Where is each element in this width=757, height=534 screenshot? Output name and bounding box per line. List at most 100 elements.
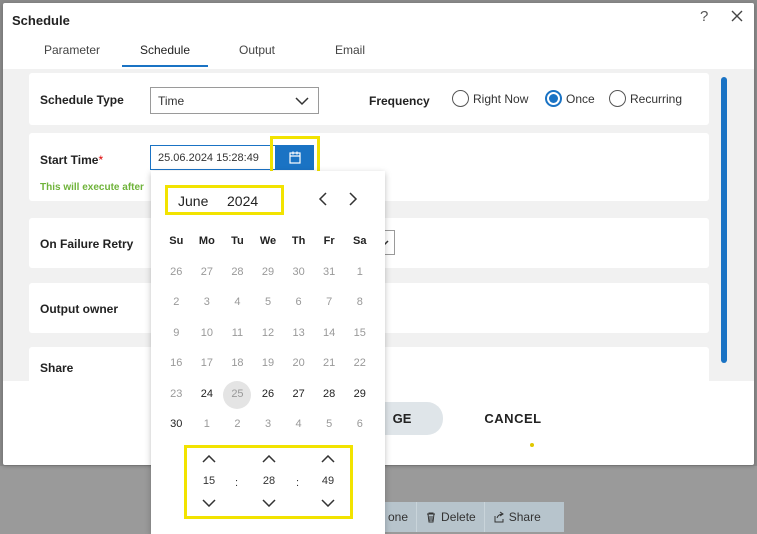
calendar-day-number: 15 [353, 326, 366, 339]
radio-label: Once [566, 91, 595, 106]
calendar-day[interactable]: 20 [283, 357, 314, 369]
toolbar-delete-button[interactable]: Delete [417, 502, 485, 532]
calendar-day[interactable]: 5 [314, 418, 345, 430]
toolbar-strip: one Delete Share [380, 502, 564, 532]
calendar-day[interactable]: 8 [344, 296, 375, 308]
calendar-day-number: 22 [353, 357, 366, 370]
calendar-day-number: 20 [292, 357, 305, 370]
calendar-day-number: 6 [356, 418, 363, 431]
radio-circle[interactable] [452, 90, 469, 107]
calendar-day[interactable]: 9 [161, 327, 192, 339]
calendar-day[interactable]: 29 [344, 388, 375, 400]
calendar-day[interactable]: 5 [253, 296, 284, 308]
calendar-day[interactable]: 7 [314, 296, 345, 308]
on-failure-retry-label: On Failure Retry [40, 237, 134, 251]
calendar-day[interactable]: 22 [344, 357, 375, 369]
toolbar-item-label: one [388, 510, 409, 524]
calendar-day-number: 24 [200, 387, 213, 400]
month-year-selector[interactable]: June 2024 [165, 185, 284, 215]
radio-circle[interactable] [545, 90, 562, 107]
calendar-day[interactable]: 3 [192, 296, 223, 308]
execute-note: This will execute after [40, 182, 144, 193]
calendar-day[interactable]: 26 [161, 266, 192, 278]
calendar-day-number: 10 [200, 326, 213, 339]
calendar-day[interactable]: 2 [222, 418, 253, 430]
scrollbar[interactable] [721, 77, 727, 363]
calendar-day-number: 29 [353, 387, 366, 400]
time-separator: : [235, 477, 239, 489]
calendar-day[interactable]: 30 [161, 418, 192, 430]
schedule-type-select[interactable]: Time [150, 87, 319, 114]
calendar-day[interactable]: 16 [161, 357, 192, 369]
calendar-day-number: 27 [200, 265, 213, 278]
radio-once[interactable]: Once [545, 90, 595, 107]
calendar-day[interactable]: 26 [253, 388, 284, 400]
calendar-day[interactable]: 24 [192, 388, 223, 400]
calendar-day[interactable]: 14 [314, 327, 345, 339]
radio-recurring[interactable]: Recurring [609, 90, 682, 107]
trash-icon [427, 512, 436, 523]
calendar-day[interactable]: 13 [283, 327, 314, 339]
calendar-day[interactable]: 10 [192, 327, 223, 339]
calendar-day[interactable]: 29 [253, 266, 284, 278]
close-icon[interactable] [730, 9, 744, 23]
calendar-day[interactable]: 12 [253, 327, 284, 339]
calendar-day[interactable]: 4 [283, 418, 314, 430]
tab-email[interactable]: Email [306, 37, 394, 67]
calendar-day[interactable]: 1 [192, 418, 223, 430]
calendar-day-number: 1 [356, 265, 363, 278]
year-label[interactable]: 2024 [227, 193, 258, 209]
calendar-day[interactable]: 27 [192, 266, 223, 278]
calendar-day-number: 3 [264, 418, 272, 431]
calendar-day[interactable]: 6 [344, 418, 375, 430]
tab-parameter[interactable]: Parameter [22, 37, 122, 67]
calendar-day-number: 4 [295, 418, 302, 431]
schedule-type-card: Schedule Type Time Frequency Right Now O… [29, 73, 709, 125]
calendar-week-row: 16 17 18 19 20 21 22 [161, 348, 375, 379]
calendar-day[interactable]: 4 [222, 296, 253, 308]
share-icon [494, 511, 504, 523]
calendar-day[interactable]: 19 [253, 357, 284, 369]
month-label[interactable]: June [178, 193, 208, 209]
calendar-day[interactable]: 18 [222, 357, 253, 369]
toolbar-item-partial[interactable]: one [380, 502, 418, 532]
toolbar-share-button[interactable]: Share [485, 502, 549, 532]
cancel-button[interactable]: CANCEL [473, 406, 553, 432]
radio-circle[interactable] [609, 90, 626, 107]
calendar-day[interactable]: 27 [283, 388, 314, 400]
minutes-up-icon[interactable] [262, 455, 276, 463]
calendar-day[interactable]: 30 [283, 266, 314, 278]
calendar-day[interactable]: 23 [161, 388, 192, 400]
chevron-right-icon[interactable] [347, 192, 359, 206]
seconds-down-icon[interactable] [321, 499, 335, 507]
calendar-day-number: 21 [323, 357, 336, 370]
time-selector: 15 : 28 : 49 [184, 445, 353, 519]
calendar-day[interactable]: 6 [283, 296, 314, 308]
highlight-dot [530, 443, 534, 447]
calendar-day[interactable]: 28 [222, 266, 253, 278]
hours-up-icon[interactable] [202, 455, 216, 463]
share-label: Share [40, 361, 74, 375]
calendar-day-number: 11 [231, 326, 244, 339]
hours-down-icon[interactable] [202, 499, 216, 507]
calendar-day[interactable]: 15 [344, 327, 375, 339]
calendar-day-number: 29 [261, 265, 275, 278]
tab-schedule[interactable]: Schedule [122, 37, 208, 67]
radio-right-now[interactable]: Right Now [452, 90, 528, 107]
calendar-day[interactable]: 31 [314, 266, 345, 278]
tab-output[interactable]: Output [208, 37, 306, 67]
calendar-day[interactable]: 2 [161, 296, 192, 308]
calendar-day[interactable]: 21 [314, 357, 345, 369]
calendar-day[interactable]: 28 [314, 388, 345, 400]
start-time-input[interactable]: 25.06.2024 15:28:49 [150, 145, 276, 170]
calendar-day[interactable]: 17 [192, 357, 223, 369]
minutes-down-icon[interactable] [262, 499, 276, 507]
start-time-label-text: Start Time [40, 153, 99, 167]
seconds-up-icon[interactable] [321, 455, 335, 463]
chevron-left-icon[interactable] [317, 192, 329, 206]
calendar-day[interactable]: 1 [344, 266, 375, 278]
calendar-day-selected[interactable]: 25 [222, 380, 253, 409]
calendar-day[interactable]: 3 [253, 418, 284, 430]
help-icon[interactable]: ? [700, 8, 708, 25]
calendar-day[interactable]: 11 [222, 327, 253, 339]
